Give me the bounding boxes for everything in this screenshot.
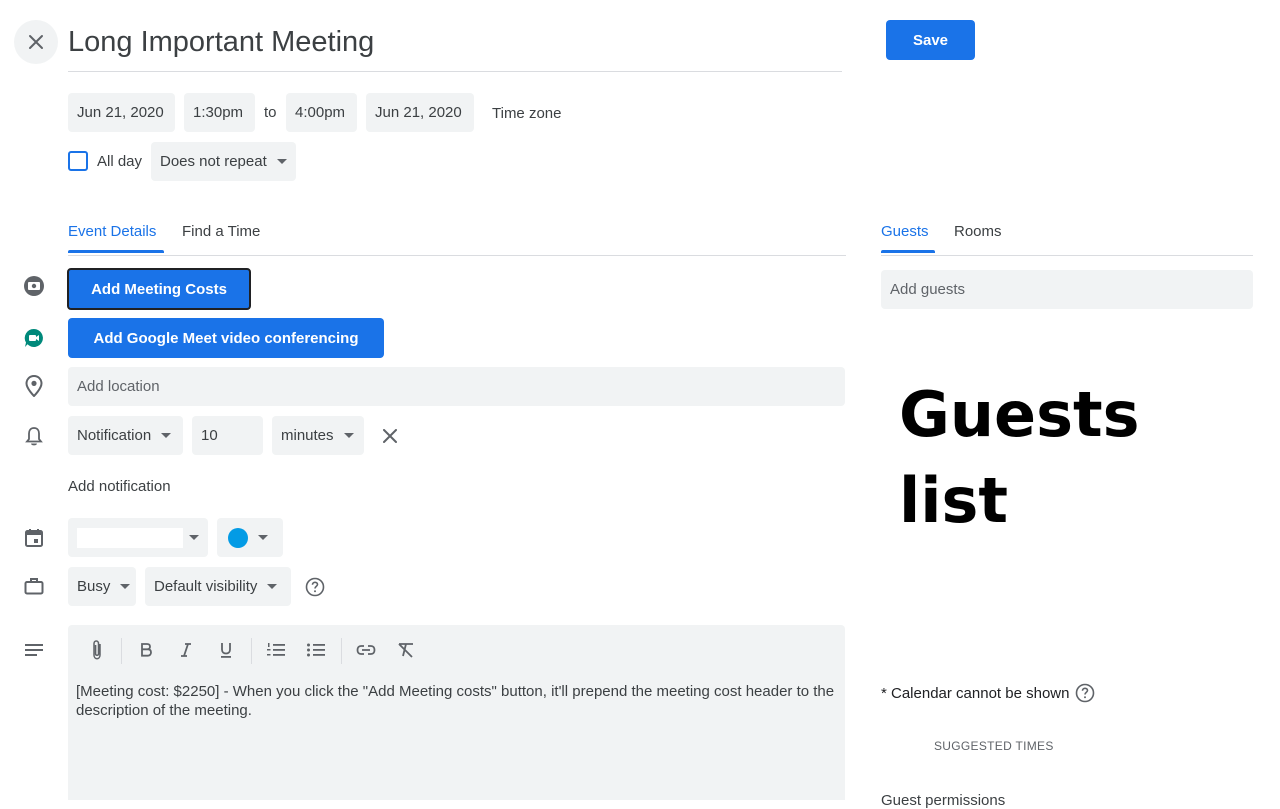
bell-icon xyxy=(22,424,46,448)
event-title: Long Important Meeting xyxy=(68,26,375,58)
suggested-times-label[interactable]: SUGGESTED TIMES xyxy=(934,739,1054,753)
add-guests-placeholder: Add guests xyxy=(890,281,966,298)
toolbar-divider xyxy=(251,638,252,664)
calendar-note-text: * Calendar cannot be shown xyxy=(881,684,1070,702)
add-meeting-costs-button[interactable]: Add Meeting Costs xyxy=(67,268,251,310)
google-meet-icon xyxy=(22,326,46,350)
attach-icon xyxy=(93,640,101,660)
bulleted-list-button[interactable] xyxy=(304,638,328,662)
chevron-down-icon xyxy=(161,433,172,438)
location-input[interactable]: Add location xyxy=(68,367,845,406)
all-day-checkbox[interactable] xyxy=(68,151,88,171)
bulleted-list-icon xyxy=(307,643,325,657)
tab-find-a-time[interactable]: Find a Time xyxy=(182,223,260,240)
toolbar-divider xyxy=(341,638,342,664)
tab-event-details[interactable]: Event Details xyxy=(68,223,156,240)
notification-type-value: Notification xyxy=(77,427,152,444)
calendar-icon xyxy=(22,526,46,550)
start-date-field[interactable]: Jun 21, 2020 xyxy=(68,93,175,132)
all-day-label: All day xyxy=(97,153,143,170)
add-guests-input[interactable]: Add guests xyxy=(881,270,1253,309)
busy-dropdown[interactable]: Busy xyxy=(68,567,136,606)
chevron-down-icon xyxy=(343,433,354,438)
underline-icon xyxy=(221,643,231,658)
repeat-dropdown[interactable]: Does not repeat xyxy=(151,142,296,181)
add-notification-link[interactable]: Add notification xyxy=(68,478,171,495)
guest-permissions-label: Guest permissions xyxy=(881,792,1006,809)
event-color-dropdown[interactable] xyxy=(217,518,283,557)
busy-value: Busy xyxy=(77,578,111,595)
notification-value-input[interactable]: 10 xyxy=(192,416,263,455)
help-icon xyxy=(305,577,325,597)
calendar-value xyxy=(77,527,183,548)
numbered-list-icon xyxy=(267,643,285,656)
chevron-down-icon xyxy=(267,584,278,589)
right-tabs-divider xyxy=(881,255,1253,256)
clear-notification-button[interactable] xyxy=(378,424,402,448)
chevron-down-icon xyxy=(120,584,131,589)
description-icon xyxy=(22,638,46,662)
calendar-dropdown[interactable] xyxy=(68,518,208,557)
event-title-input[interactable]: Long Important Meeting xyxy=(68,20,842,72)
location-placeholder: Add location xyxy=(77,378,160,395)
visibility-value: Default visibility xyxy=(154,578,258,595)
save-button[interactable]: Save xyxy=(886,20,975,60)
close-icon xyxy=(29,35,43,49)
to-label: to xyxy=(264,104,277,121)
chevron-down-icon xyxy=(189,535,199,540)
start-time-field[interactable]: 1:30pm xyxy=(184,93,255,132)
guests-list-heading: Guests list xyxy=(899,378,1140,537)
tab-rooms[interactable]: Rooms xyxy=(954,223,1002,240)
repeat-value: Does not repeat xyxy=(160,153,267,170)
numbered-list-button[interactable] xyxy=(264,638,288,662)
clear-formatting-icon xyxy=(398,643,413,658)
close-button[interactable] xyxy=(14,20,58,64)
add-google-meet-button[interactable]: Add Google Meet video conferencing xyxy=(68,318,384,358)
tab-event-details-indicator xyxy=(68,250,164,253)
clear-notification-icon xyxy=(383,429,397,443)
calendar-note: * Calendar cannot be shown xyxy=(881,683,1095,703)
italic-button[interactable] xyxy=(174,638,198,662)
bold-icon xyxy=(141,643,152,657)
briefcase-icon xyxy=(22,574,46,598)
location-pin-icon xyxy=(22,374,46,398)
tab-guests-indicator xyxy=(881,250,935,253)
bold-button[interactable] xyxy=(134,638,158,662)
link-button[interactable] xyxy=(354,638,378,662)
underline-button[interactable] xyxy=(214,638,238,662)
event-color-swatch xyxy=(228,527,248,548)
link-icon xyxy=(356,645,376,655)
notification-type-dropdown[interactable]: Notification xyxy=(68,416,183,455)
description-text: [Meeting cost: $2250] - When you click t… xyxy=(76,683,835,719)
end-date-field[interactable]: Jun 21, 2020 xyxy=(366,93,474,132)
visibility-dropdown[interactable]: Default visibility xyxy=(145,567,291,606)
clear-formatting-button[interactable] xyxy=(394,638,418,662)
chevron-down-icon xyxy=(276,159,287,164)
time-zone-link[interactable]: Time zone xyxy=(492,105,561,122)
tabs-divider xyxy=(68,255,846,256)
visibility-help-button[interactable] xyxy=(303,575,327,599)
tab-guests[interactable]: Guests xyxy=(881,223,929,240)
meeting-cost-icon xyxy=(22,274,46,298)
italic-icon xyxy=(181,643,191,657)
notification-unit-value: minutes xyxy=(281,427,334,444)
notification-unit-dropdown[interactable]: minutes xyxy=(272,416,364,455)
help-icon[interactable] xyxy=(1075,683,1095,703)
attach-button[interactable] xyxy=(85,638,109,662)
chevron-down-icon xyxy=(258,535,268,540)
end-time-field[interactable]: 4:00pm xyxy=(286,93,357,132)
toolbar-divider xyxy=(121,638,122,664)
